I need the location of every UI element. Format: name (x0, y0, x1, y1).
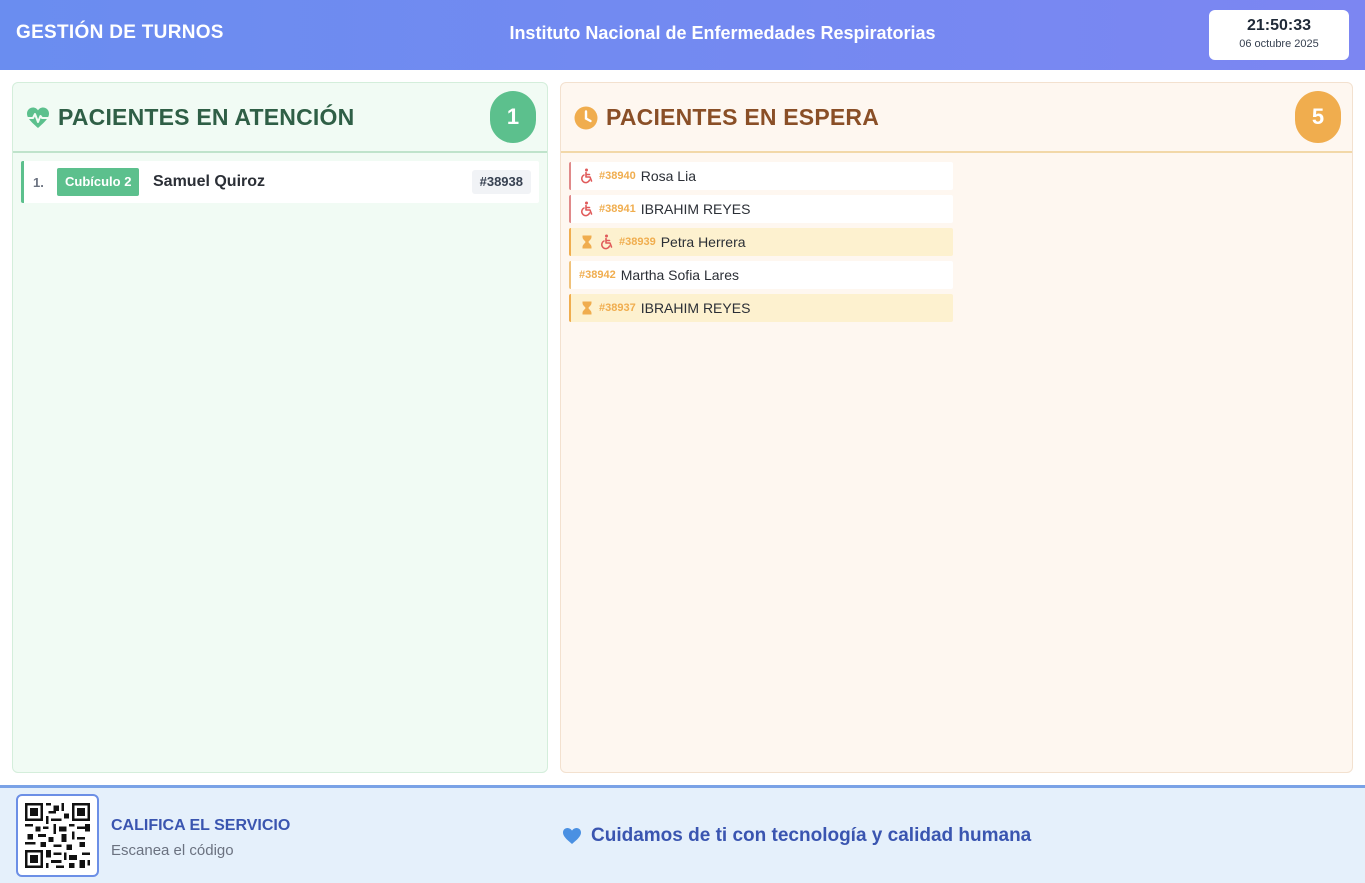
waiting-panel-header: PACIENTES EN ESPERA 5 (561, 83, 1352, 153)
blue-heart-icon (563, 828, 581, 844)
clock-time: 21:50:33 (1246, 17, 1312, 34)
heartbeat-icon (26, 107, 50, 128)
patient-name: Samuel Quiroz (153, 173, 266, 190)
attention-panel: PACIENTES EN ATENCIÓN 1 1. Cubículo 2 Sa… (12, 82, 548, 773)
header-bar: GESTIÓN DE TURNOS Instituto Nacional de … (0, 0, 1365, 70)
attention-row: 1. Cubículo 2 Samuel Quiroz #38938 (21, 161, 539, 203)
attention-title: PACIENTES EN ATENCIÓN (58, 104, 355, 130)
ticket-badge: #38938 (471, 170, 531, 194)
waiting-name: IBRAHIM REYES (640, 201, 751, 217)
clock-date: 06 octubre 2025 (1239, 38, 1319, 50)
waiting-ticket: #38941 (599, 203, 636, 215)
rate-service-title: CALIFICA EL SERVICIO (111, 817, 291, 834)
waiting-ticket: #38937 (599, 302, 636, 314)
waiting-row: #38939 Petra Herrera (569, 228, 953, 256)
hourglass-icon (579, 300, 595, 316)
cubicle-badge: Cubículo 2 (57, 168, 140, 196)
waiting-row: #38937 IBRAHIM REYES (569, 294, 953, 322)
waiting-row: #38942 Martha Sofia Lares (569, 261, 953, 289)
waiting-name: Martha Sofia Lares (620, 267, 740, 283)
qr-code[interactable] (16, 794, 99, 877)
attention-panel-header: PACIENTES EN ATENCIÓN 1 (13, 83, 547, 153)
clock-widget: 21:50:33 06 octubre 2025 (1209, 10, 1349, 60)
hourglass-icon (579, 234, 595, 250)
wheelchair-icon (579, 168, 595, 184)
clock-icon (574, 106, 598, 130)
waiting-ticket: #38942 (579, 269, 616, 281)
wheelchair-icon (599, 234, 615, 250)
waiting-ticket: #38939 (619, 236, 656, 248)
footer-bar: CALIFICA EL SERVICIO Escanea el código C… (0, 785, 1365, 883)
waiting-row: #38941 IBRAHIM REYES (569, 195, 953, 223)
waiting-ticket: #38940 (599, 170, 636, 182)
rate-service-subtitle: Escanea el código (111, 842, 234, 859)
waiting-panel: PACIENTES EN ESPERA 5 #38940 Rosa Lia #3… (560, 82, 1353, 773)
waiting-name: Rosa Lia (640, 168, 696, 184)
waiting-row: #38940 Rosa Lia (569, 162, 953, 190)
attention-count-badge: 1 (490, 91, 536, 143)
slogan-text: Cuidamos de ti con tecnología y calidad … (591, 825, 1032, 846)
attention-row-index: 1. (33, 175, 44, 190)
slogan: Cuidamos de ti con tecnología y calidad … (562, 825, 1031, 847)
qr-code-icon (25, 803, 90, 868)
waiting-name: IBRAHIM REYES (640, 300, 751, 316)
wheelchair-icon (579, 201, 595, 217)
waiting-list: #38940 Rosa Lia #38941 IBRAHIM REYES #38… (569, 162, 953, 327)
app-title: GESTIÓN DE TURNOS (16, 22, 224, 43)
waiting-count-badge: 5 (1295, 91, 1341, 143)
waiting-name: Petra Herrera (660, 234, 746, 250)
waiting-title: PACIENTES EN ESPERA (606, 104, 880, 130)
